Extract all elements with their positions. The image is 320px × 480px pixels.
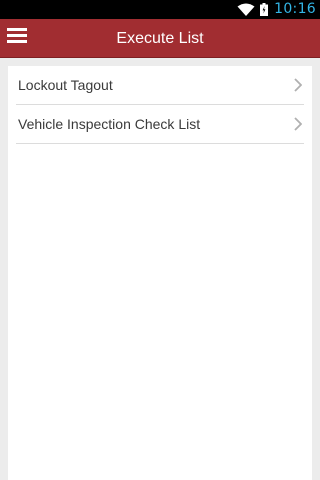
list-item-label: Vehicle Inspection Check List [18, 116, 201, 132]
action-bar: Execute List [0, 19, 320, 58]
status-bar: 10:16 [0, 0, 320, 19]
chevron-right-icon [294, 78, 302, 92]
clock: 10:16 [274, 1, 316, 17]
execute-list: Lockout Tagout Vehicle Inspection Check … [8, 66, 312, 480]
page-title: Execute List [116, 30, 204, 47]
main-content: Lockout Tagout Vehicle Inspection Check … [0, 58, 320, 480]
list-item-lockout-tagout[interactable]: Lockout Tagout [16, 66, 304, 105]
list-item-vehicle-inspection-check-list[interactable]: Vehicle Inspection Check List [16, 105, 304, 144]
chevron-right-icon [294, 117, 302, 131]
battery-icon [260, 3, 269, 16]
list-item-label: Lockout Tagout [18, 77, 113, 93]
wifi-icon [237, 3, 255, 16]
